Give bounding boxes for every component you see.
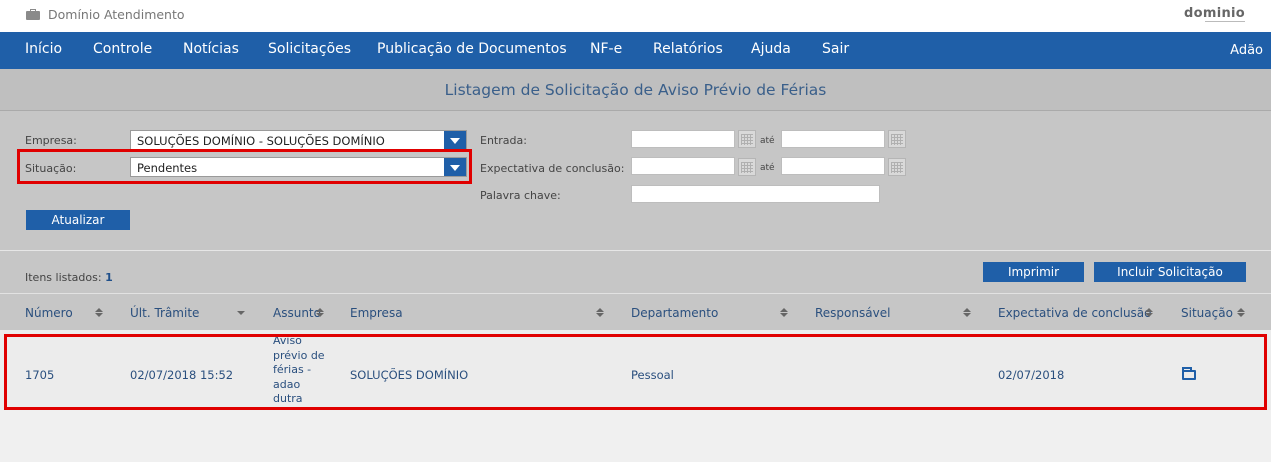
col-assunto[interactable]: Assunto	[273, 306, 321, 320]
calendar-icon[interactable]	[888, 130, 906, 148]
col-departamento[interactable]: Departamento	[631, 306, 718, 320]
list-toolbar: Itens listados: 1 Imprimir Incluir Solic…	[0, 251, 1271, 293]
sort-icon[interactable]	[963, 308, 971, 318]
chevron-down-icon[interactable]	[444, 131, 466, 149]
nav-ajuda[interactable]: Ajuda	[751, 41, 791, 57]
entrada-label: Entrada:	[480, 134, 527, 147]
situacao-highlight-box	[17, 149, 472, 184]
sort-icon[interactable]	[316, 308, 324, 318]
items-count-label: Itens listados:	[25, 271, 102, 284]
palavra-chave-input[interactable]	[631, 185, 880, 203]
app-header: Domínio Atendimento dominio	[0, 0, 1271, 32]
expectativa-from-input[interactable]	[631, 157, 735, 175]
main-nav: Início Controle Notícias Solicitações Pu…	[0, 32, 1271, 69]
expectativa-to-input[interactable]	[781, 157, 885, 175]
incluir-solicitacao-button[interactable]: Incluir Solicitação	[1094, 262, 1246, 282]
nav-relatorios[interactable]: Relatórios	[653, 41, 723, 57]
ate-label: até	[760, 136, 775, 146]
col-empresa[interactable]: Empresa	[350, 306, 403, 320]
app-title: Domínio Atendimento	[26, 7, 185, 22]
col-expectativa[interactable]: Expectativa de conclusão	[998, 306, 1152, 320]
nav-inicio[interactable]: Início	[25, 41, 62, 57]
calendar-icon[interactable]	[738, 130, 756, 148]
atualizar-button[interactable]: Atualizar	[26, 210, 130, 230]
sort-desc-icon[interactable]	[237, 311, 245, 315]
brand-logo: dominio	[1184, 6, 1245, 21]
sort-icon[interactable]	[1237, 308, 1245, 318]
nav-publicacao-documentos[interactable]: Publicação de Documentos	[377, 41, 567, 57]
nav-user[interactable]: Adão	[1230, 43, 1263, 58]
col-situacao[interactable]: Situação	[1181, 306, 1233, 320]
entrada-to-input[interactable]	[781, 130, 885, 148]
nav-controle[interactable]: Controle	[93, 41, 152, 57]
palavra-chave-label: Palavra chave:	[480, 189, 561, 202]
sort-icon[interactable]	[780, 308, 788, 318]
items-count-value: 1	[105, 271, 113, 284]
filter-panel: Empresa: SOLUÇÕES DOMÍNIO - SOLUÇÕES DOM…	[0, 111, 1271, 251]
sort-icon[interactable]	[1145, 308, 1153, 318]
imprimir-button[interactable]: Imprimir	[983, 262, 1084, 282]
calendar-icon[interactable]	[738, 158, 756, 176]
calendar-icon[interactable]	[888, 158, 906, 176]
row-highlight-box	[4, 334, 1267, 410]
app-title-text: Domínio Atendimento	[48, 7, 185, 22]
nav-solicitacoes[interactable]: Solicitações	[268, 41, 351, 57]
briefcase-icon	[26, 9, 40, 20]
page-heading: Listagem de Solicitação de Aviso Prévio …	[0, 69, 1271, 111]
brand-underline	[1205, 21, 1245, 22]
nav-nfe[interactable]: NF-e	[590, 41, 622, 57]
entrada-from-input[interactable]	[631, 130, 735, 148]
empresa-label: Empresa:	[25, 134, 77, 147]
col-numero[interactable]: Número	[25, 306, 73, 320]
sort-icon[interactable]	[95, 308, 103, 318]
empresa-select[interactable]: SOLUÇÕES DOMÍNIO - SOLUÇÕES DOMÍNIO	[130, 130, 467, 150]
nav-noticias[interactable]: Notícias	[183, 41, 239, 57]
col-ult-tramite[interactable]: Últ. Trâmite	[130, 306, 199, 320]
ate-label: até	[760, 163, 775, 173]
nav-sair[interactable]: Sair	[822, 41, 849, 57]
items-count: Itens listados: 1	[25, 271, 113, 284]
expectativa-label: Expectativa de conclusão:	[480, 162, 625, 175]
col-responsavel[interactable]: Responsável	[815, 306, 890, 320]
page-title: Listagem de Solicitação de Aviso Prévio …	[444, 81, 827, 99]
table-header: Número Últ. Trâmite Assunto Empresa Depa…	[0, 293, 1271, 330]
empresa-select-value: SOLUÇÕES DOMÍNIO - SOLUÇÕES DOMÍNIO	[137, 134, 385, 148]
sort-icon[interactable]	[596, 308, 604, 318]
